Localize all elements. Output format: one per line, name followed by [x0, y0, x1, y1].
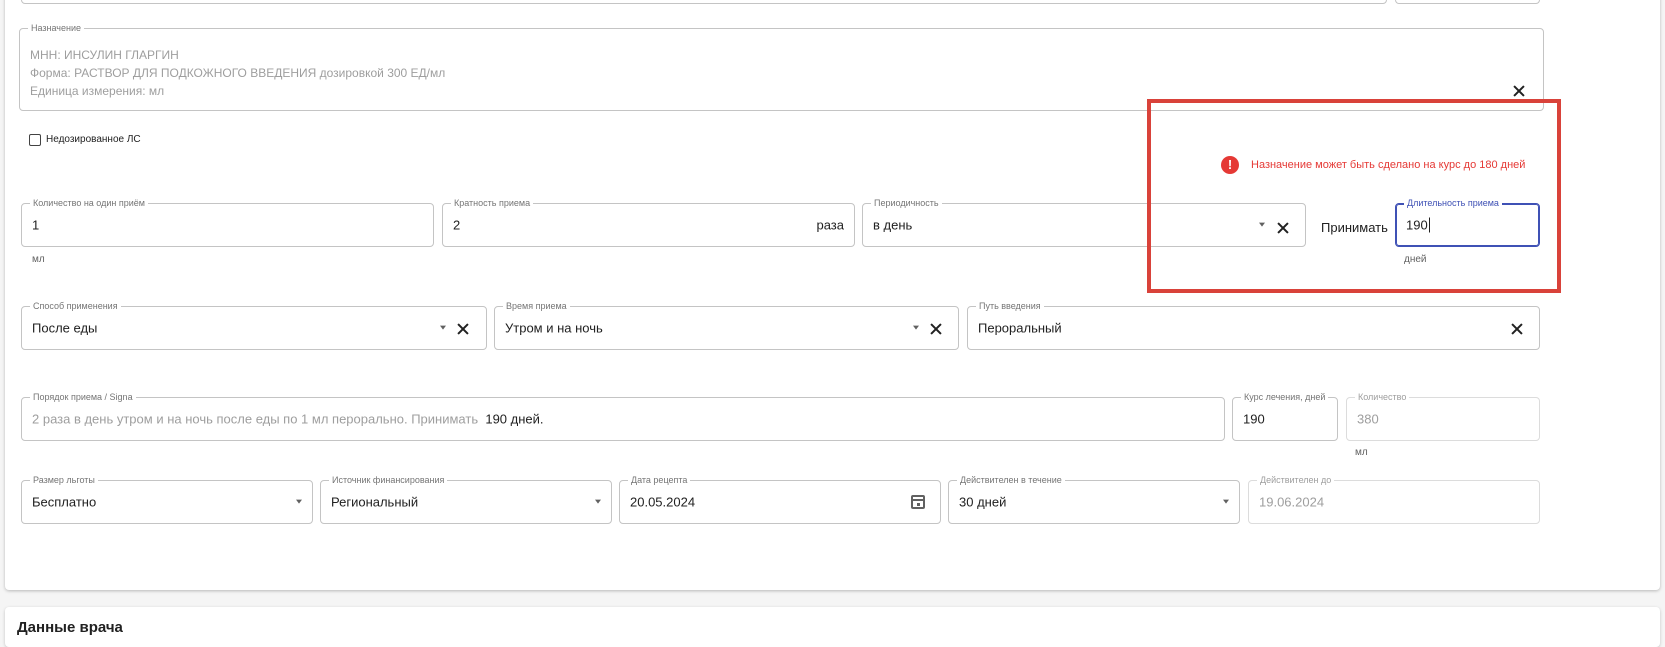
periodicity-select[interactable]: Периодичность в день	[862, 198, 1306, 247]
dose-quantity-label: Количество на один приём	[30, 198, 148, 208]
signa-days: 190 дней.	[485, 411, 544, 427]
recipe-date-label: Дата рецепта	[628, 475, 691, 485]
benefit-select[interactable]: Размер льготы Бесплатно	[21, 475, 313, 524]
frequency-multiplicity-value: 2	[453, 217, 461, 233]
duration-input[interactable]: Длительность приема 190	[1395, 198, 1540, 247]
course-days-value: 190	[1243, 411, 1265, 427]
recipe-date-value: 20.05.2024	[630, 494, 696, 510]
route-label: Путь введения	[976, 301, 1044, 311]
underdosed-checkbox-label: Недозированное ЛС	[46, 134, 141, 145]
clear-method-close-icon[interactable]	[455, 321, 471, 337]
valid-period-label: Действителен в течение	[957, 475, 1065, 485]
route-select[interactable]: Путь введения Пероральный	[967, 301, 1540, 350]
error-icon: !	[1221, 156, 1239, 174]
quantity-label: Количество	[1355, 392, 1410, 402]
benefit-value: Бесплатно	[32, 494, 97, 510]
signa-value: 2 раза в день утром и на ночь после еды …	[32, 412, 544, 427]
duration-value: 190	[1406, 217, 1428, 233]
frequency-multiplicity-label: Кратность приема	[451, 198, 534, 208]
chevron-down-icon[interactable]	[1223, 499, 1229, 504]
time-value: Утром и на ночь	[505, 320, 603, 336]
doctor-data-card: Данные врача	[5, 607, 1660, 647]
valid-period-select[interactable]: Действителен в течение 30 дней	[948, 475, 1240, 524]
clear-time-close-icon[interactable]	[928, 321, 944, 337]
method-value: После еды	[32, 320, 98, 336]
valid-until-field: Действителен до 19.06.2024	[1248, 475, 1540, 524]
prescription-label: Назначение	[28, 23, 85, 33]
underdosed-checkbox[interactable]	[29, 134, 41, 146]
clear-periodicity-close-icon[interactable]	[1275, 220, 1291, 236]
duration-value-wrap: 190	[1406, 217, 1430, 233]
clear-route-close-icon[interactable]	[1509, 321, 1525, 337]
top-field-left[interactable]	[21, 0, 1387, 4]
dose-quantity-input[interactable]: Количество на один приём 1	[21, 198, 434, 247]
chevron-down-icon[interactable]	[440, 325, 446, 330]
dose-quantity-value: 1	[32, 217, 40, 233]
signa-text: 2 раза в день утром и на ночь после еды …	[32, 411, 479, 427]
chevron-down-icon[interactable]	[595, 499, 601, 504]
quantity-unit: мл	[1355, 447, 1368, 458]
funding-source-label: Источник финансирования	[329, 475, 448, 485]
quantity-value: 380	[1357, 411, 1379, 427]
valid-period-value: 30 дней	[959, 494, 1007, 510]
funding-source-select[interactable]: Источник финансирования Региональный	[320, 475, 612, 524]
periodicity-value: в день	[873, 217, 913, 233]
benefit-label: Размер льготы	[30, 475, 98, 485]
course-limit-alert: Назначение может быть сделано на курс до…	[1251, 159, 1526, 171]
duration-label: Длительность приема	[1404, 198, 1502, 208]
time-select[interactable]: Время приема Утром и на ночь	[494, 301, 959, 350]
duration-unit: дней	[1404, 254, 1427, 265]
dose-quantity-unit: мл	[32, 254, 45, 265]
prescription-inn: МНН: ИНСУЛИН ГЛАРГИН	[30, 48, 179, 62]
time-label: Время приема	[503, 301, 570, 311]
frequency-multiplicity-suffix: раза	[816, 217, 844, 233]
recipe-date-input[interactable]: Дата рецепта 20.05.2024	[619, 475, 941, 524]
calendar-icon[interactable]	[911, 495, 925, 509]
signa-field[interactable]: Порядок приема / Signa 2 раза в день утр…	[21, 392, 1225, 441]
prescription-unit: Единица измерения: мл	[30, 84, 165, 98]
take-label: Принимать	[1321, 220, 1388, 235]
prescription-field: Назначение МНН: ИНСУЛИН ГЛАРГИН Форма: Р…	[19, 23, 1544, 111]
chevron-down-icon[interactable]	[296, 499, 302, 504]
course-days-label: Курс лечения, дней	[1241, 392, 1329, 402]
route-value: Пероральный	[978, 320, 1062, 336]
chevron-down-icon[interactable]	[1259, 222, 1265, 227]
prescription-form: Форма: РАСТВОР ДЛЯ ПОДКОЖНОГО ВВЕДЕНИЯ д…	[30, 66, 446, 80]
quantity-field: Количество 380	[1346, 392, 1540, 441]
chevron-down-icon[interactable]	[913, 325, 919, 330]
valid-until-value: 19.06.2024	[1259, 494, 1325, 510]
doctor-section-title: Данные врача	[17, 619, 123, 636]
signa-label: Порядок приема / Signa	[30, 392, 136, 402]
method-select[interactable]: Способ применения После еды	[21, 301, 487, 350]
method-label: Способ применения	[30, 301, 121, 311]
top-field-right[interactable]	[1395, 0, 1540, 4]
frequency-multiplicity-input[interactable]: Кратность приема 2 раза	[442, 198, 855, 247]
valid-until-label: Действителен до	[1257, 475, 1335, 485]
text-caret	[1428, 217, 1430, 233]
clear-prescription-close-icon[interactable]	[1511, 83, 1527, 99]
funding-source-value: Региональный	[331, 494, 419, 510]
periodicity-label: Периодичность	[871, 198, 942, 208]
course-days-input[interactable]: Курс лечения, дней 190	[1232, 392, 1338, 441]
